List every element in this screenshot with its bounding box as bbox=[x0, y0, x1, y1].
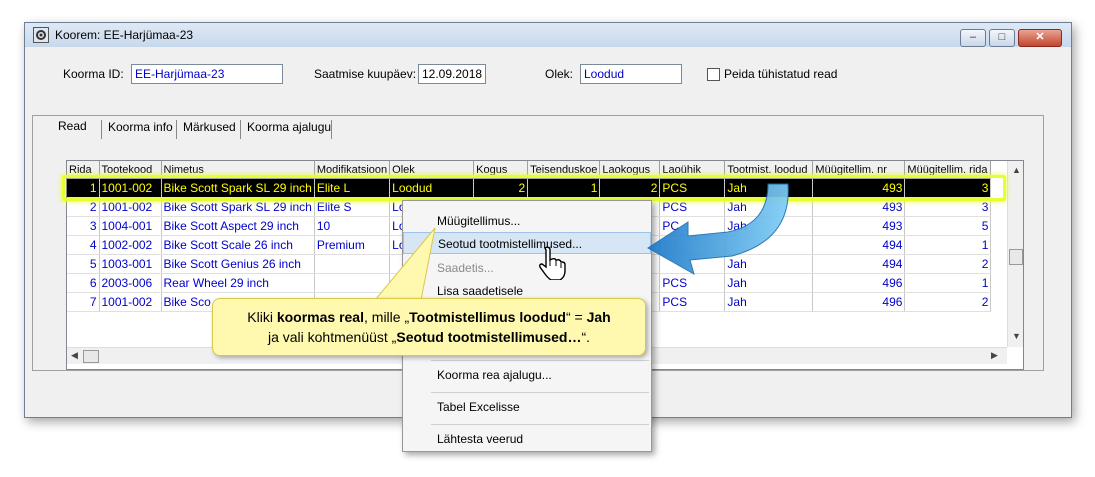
blue-arrow-icon bbox=[647, 183, 789, 276]
table-cell[interactable]: 496 bbox=[812, 273, 906, 293]
callout-line-1: Kliki koormas real, mille „Tootmistellim… bbox=[247, 309, 611, 325]
table-cell[interactable]: 1 bbox=[904, 235, 992, 255]
table-cell[interactable]: 493 bbox=[812, 216, 906, 236]
menu-separator bbox=[431, 392, 649, 393]
olek-label: Olek: bbox=[545, 67, 574, 81]
table-cell[interactable]: Bike Scott Aspect 29 inch bbox=[161, 216, 315, 236]
saatmise-kuupaev-label: Saatmise kuupäev: bbox=[314, 67, 417, 81]
tab-separator bbox=[331, 120, 332, 139]
table-cell[interactable]: 4 bbox=[67, 235, 100, 255]
table-cell[interactable]: 1 bbox=[904, 273, 992, 293]
peida-tuhistatud-label: Peida tühistatud read bbox=[724, 67, 838, 81]
scroll-left-icon[interactable]: ◀ bbox=[71, 350, 78, 361]
tab-koorma-info[interactable]: Koorma info bbox=[104, 118, 177, 137]
tab-separator bbox=[240, 120, 241, 139]
table-cell[interactable]: 6 bbox=[67, 273, 100, 293]
koorma-id-field[interactable]: EE-Harjümaa-23 bbox=[131, 64, 283, 84]
table-cell[interactable]: PCS bbox=[659, 292, 726, 312]
table-cell[interactable]: 2 bbox=[904, 254, 992, 274]
table-cell[interactable]: Rear Wheel 29 inch bbox=[161, 273, 315, 293]
tab-read[interactable]: Read bbox=[54, 117, 91, 136]
tab-separator bbox=[176, 120, 177, 139]
saatmise-kuupaev-field[interactable]: 12.09.2018 bbox=[418, 64, 486, 84]
menu-separator bbox=[431, 360, 649, 361]
table-cell[interactable]: 496 bbox=[812, 292, 906, 312]
table-cell[interactable]: 494 bbox=[812, 254, 906, 274]
table-cell[interactable]: Bike Scott Scale 26 inch bbox=[161, 235, 315, 255]
table-cell[interactable]: Jah bbox=[724, 292, 814, 312]
scroll-right-icon[interactable]: ▶ bbox=[991, 350, 998, 361]
menu-separator bbox=[431, 424, 649, 425]
table-cell[interactable]: 494 bbox=[812, 235, 906, 255]
tab-markused[interactable]: Märkused bbox=[179, 118, 240, 137]
maximize-button[interactable]: □ bbox=[989, 29, 1015, 47]
table-cell[interactable]: Bike Scott Genius 26 inch bbox=[161, 254, 315, 274]
menu-item-koorma-rea-ajalugu[interactable]: Koorma rea ajalugu... bbox=[403, 364, 651, 386]
title-bar[interactable]: Koorem: EE-Harjümaa-23 – □ ✕ bbox=[25, 23, 1071, 47]
table-cell[interactable]: 5 bbox=[904, 216, 992, 236]
hand-cursor-icon bbox=[539, 246, 566, 280]
callout-pointer bbox=[373, 227, 436, 301]
scroll-up-icon[interactable]: ▲ bbox=[1012, 165, 1021, 175]
minimize-button[interactable]: – bbox=[960, 29, 986, 47]
instruction-callout: Kliki koormas real, mille „Tootmistellim… bbox=[212, 298, 646, 356]
table-cell[interactable]: 3 bbox=[67, 216, 100, 236]
koorma-id-label: Koorma ID: bbox=[63, 67, 124, 81]
table-cell[interactable]: 2003-006 bbox=[99, 273, 162, 293]
callout-line-2: ja vali kohtmenüüst „Seotud tootmistelli… bbox=[267, 329, 591, 345]
scroll-thumb[interactable] bbox=[83, 350, 99, 363]
table-cell[interactable]: 1002-002 bbox=[99, 235, 162, 255]
tab-koorma-ajalugu[interactable]: Koorma ajalugu bbox=[243, 118, 335, 137]
table-cell[interactable]: 1001-002 bbox=[99, 292, 162, 312]
vertical-scrollbar[interactable]: ▲ ▼ bbox=[1007, 161, 1023, 347]
selected-row-highlight bbox=[62, 175, 1006, 201]
table-cell[interactable]: 7 bbox=[67, 292, 100, 312]
table-cell[interactable]: 5 bbox=[67, 254, 100, 274]
app-gear-icon bbox=[33, 27, 49, 43]
olek-field[interactable]: Loodud bbox=[580, 64, 682, 84]
scroll-down-icon[interactable]: ▼ bbox=[1012, 331, 1021, 341]
vscroll-thumb[interactable] bbox=[1009, 249, 1023, 265]
table-cell[interactable]: 1003-001 bbox=[99, 254, 162, 274]
window-title: Koorem: EE-Harjümaa-23 bbox=[55, 28, 194, 42]
tab-separator bbox=[101, 120, 102, 139]
table-cell[interactable]: 1004-001 bbox=[99, 216, 162, 236]
menu-item-tabel-excelisse[interactable]: Tabel Excelisse bbox=[403, 396, 651, 418]
close-button[interactable]: ✕ bbox=[1018, 29, 1062, 47]
peida-tuhistatud-checkbox[interactable] bbox=[707, 68, 720, 81]
menu-item-lahtesta-veerud[interactable]: Lähtesta veerud bbox=[403, 428, 651, 450]
table-cell[interactable]: 2 bbox=[904, 292, 992, 312]
